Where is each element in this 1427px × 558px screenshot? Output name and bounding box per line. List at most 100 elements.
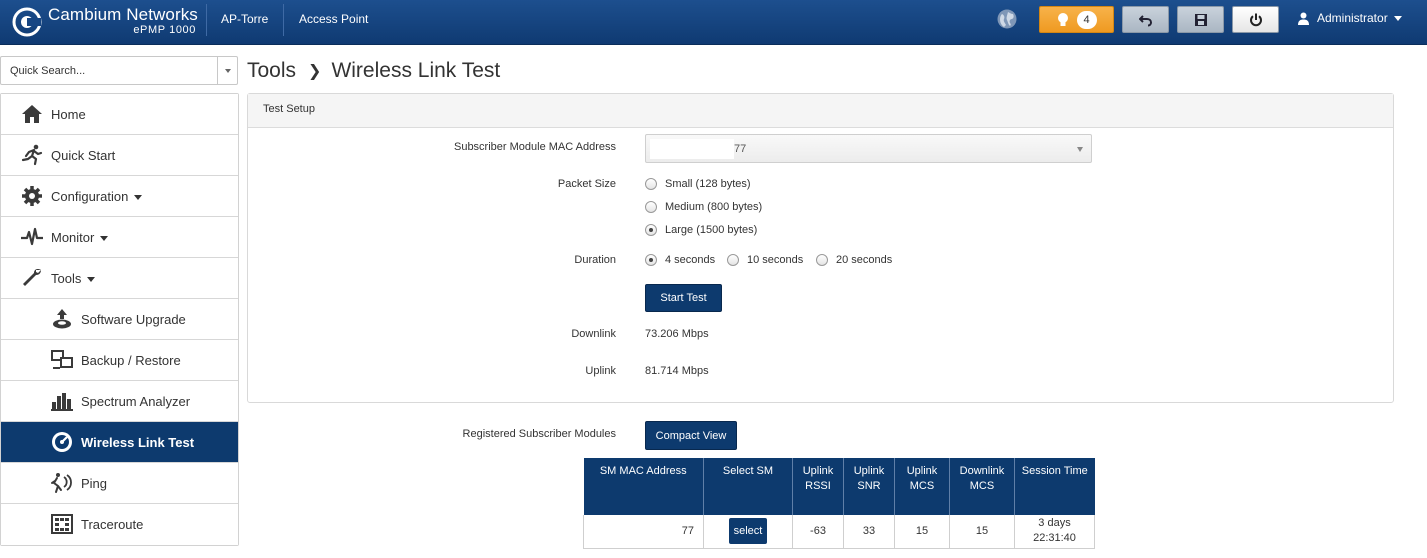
sidebar-item-label: Spectrum Analyzer xyxy=(81,393,191,409)
cambium-logo-icon xyxy=(12,7,42,37)
downlink-label: Downlink xyxy=(571,328,616,340)
traceroute-icon xyxy=(51,514,73,534)
sidebar-item-quick-start[interactable]: Quick Start xyxy=(1,135,238,176)
sidebar-item-tools[interactable]: Tools xyxy=(1,258,238,299)
gauge-icon xyxy=(52,432,72,452)
sidebar-item-spectrum-analyzer[interactable]: Spectrum Analyzer xyxy=(1,381,238,422)
chevron-right-icon: ❯ xyxy=(308,63,322,80)
page-title: Wireless Link Test xyxy=(331,59,501,82)
sidebar-item-label: Software Upgrade xyxy=(81,311,186,327)
sidebar-item-traceroute[interactable]: Traceroute xyxy=(1,504,238,545)
power-icon xyxy=(1249,13,1262,26)
divider xyxy=(283,4,284,36)
quick-search-input[interactable] xyxy=(1,57,218,84)
uplink-mcs-cell: 15 xyxy=(894,515,950,549)
sidebar-item-software-upgrade[interactable]: Software Upgrade xyxy=(1,299,238,340)
brand[interactable]: Cambium Networks ePMP 1000 xyxy=(8,3,204,39)
device-mode[interactable]: Access Point xyxy=(299,12,368,26)
sm-table: SM MAC Address Select SM Uplink RSSI Upli… xyxy=(583,458,1095,549)
uplink-label: Uplink xyxy=(585,365,616,377)
sidebar-item-label: Ping xyxy=(81,475,108,491)
panel-title: Test Setup xyxy=(248,94,1393,128)
table-header-row: SM MAC Address Select SM Uplink RSSI Upli… xyxy=(583,458,1095,515)
sidebar-item-monitor[interactable]: Monitor xyxy=(1,217,238,258)
quick-search[interactable] xyxy=(0,56,238,85)
sidebar-item-label: Tools xyxy=(51,271,96,286)
start-test-button[interactable]: Start Test xyxy=(645,284,722,312)
chevron-down-icon xyxy=(100,235,109,241)
duration-4s-radio[interactable]: 4 seconds xyxy=(645,254,715,266)
backup-icon xyxy=(51,350,73,369)
quick-search-dropdown[interactable] xyxy=(217,57,237,84)
mac-prefix-redacted xyxy=(650,139,734,159)
chevron-down-icon xyxy=(87,276,96,282)
sidebar-item-label: Backup / Restore xyxy=(81,352,181,368)
packet-size-label: Packet Size xyxy=(557,178,616,190)
registered-sm-label: Registered Subscriber Modules xyxy=(462,428,616,440)
save-button[interactable] xyxy=(1177,6,1224,33)
sidebar-item-home[interactable]: Home xyxy=(1,94,238,135)
sidebar-item-backup-restore[interactable]: Backup / Restore xyxy=(1,340,238,381)
duration-20s-radio[interactable]: 20 seconds xyxy=(816,254,892,266)
user-menu[interactable]: Administrator xyxy=(1297,11,1402,25)
col-sm-mac[interactable]: SM MAC Address xyxy=(583,458,704,515)
packet-size-large-radio[interactable]: Large (1500 bytes) xyxy=(645,224,757,236)
brand-name: Cambium Networks xyxy=(48,5,198,24)
select-sm-button[interactable]: select xyxy=(729,518,767,545)
product-name: ePMP 1000 xyxy=(133,24,196,36)
gear-icon xyxy=(22,186,42,206)
col-uplink-snr[interactable]: Uplink SNR xyxy=(843,458,895,515)
undo-button[interactable] xyxy=(1122,6,1169,33)
wrench-icon xyxy=(23,269,41,286)
runner-icon xyxy=(21,144,43,166)
sidebar-item-ping[interactable]: Ping xyxy=(1,463,238,504)
breadcrumb-section[interactable]: Tools xyxy=(247,59,296,83)
user-name: Administrator xyxy=(1317,11,1388,25)
reboot-button[interactable] xyxy=(1232,6,1279,33)
uplink-value: 81.714 Mbps xyxy=(645,365,709,377)
chevron-down-icon xyxy=(1393,15,1402,21)
sidebar-item-label: Configuration xyxy=(51,189,143,204)
sidebar-item-label: Monitor xyxy=(51,230,109,245)
spectrum-icon xyxy=(51,393,73,411)
lightbulb-icon xyxy=(1057,12,1068,26)
packet-size-small-radio[interactable]: Small (128 bytes) xyxy=(645,178,751,190)
ping-icon xyxy=(51,473,72,493)
alerts-button[interactable]: 4 xyxy=(1039,6,1114,33)
col-uplink-mcs[interactable]: Uplink MCS xyxy=(894,458,950,515)
mac-address-label: Subscriber Module MAC Address xyxy=(453,141,616,153)
table-row: 77 select -63 33 15 15 3 days 22:31:40 xyxy=(583,515,1095,549)
top-bar: Cambium Networks ePMP 1000 AP-Torre Acce… xyxy=(0,0,1427,45)
uplink-rssi-cell: -63 xyxy=(792,515,844,549)
mac-address-value: 77 xyxy=(734,143,747,155)
device-name[interactable]: AP-Torre xyxy=(221,12,268,26)
downlink-value: 73.206 Mbps xyxy=(645,328,709,340)
packet-size-medium-radio[interactable]: Medium (800 bytes) xyxy=(645,201,762,213)
select-cell: select xyxy=(703,515,793,549)
chevron-down-icon xyxy=(1077,147,1083,152)
upgrade-icon xyxy=(53,309,71,329)
compact-view-button[interactable]: Compact View xyxy=(645,421,737,450)
undo-icon xyxy=(1138,14,1152,26)
col-downlink-mcs[interactable]: Downlink MCS xyxy=(949,458,1015,515)
sidebar-item-configuration[interactable]: Configuration xyxy=(1,176,238,217)
col-uplink-rssi[interactable]: Uplink RSSI xyxy=(792,458,844,515)
save-icon xyxy=(1194,13,1207,26)
home-icon xyxy=(22,105,42,123)
sidebar-item-wireless-link-test[interactable]: Wireless Link Test xyxy=(1,422,238,463)
globe-icon[interactable] xyxy=(996,8,1018,30)
col-session-time[interactable]: Session Time xyxy=(1014,458,1095,515)
sidebar-item-label: Home xyxy=(51,106,86,122)
downlink-mcs-cell: 15 xyxy=(949,515,1015,549)
sidebar-item-label: Traceroute xyxy=(81,517,144,532)
sidebar-nav: Home Quick Start Configuration Monitor T… xyxy=(0,93,239,546)
breadcrumb: Tools ❯ Wireless Link Test xyxy=(247,59,500,83)
chevron-down-icon xyxy=(224,68,231,73)
sidebar-item-label: Wireless Link Test xyxy=(81,434,195,450)
chevron-down-icon xyxy=(134,194,143,200)
mac-address-select[interactable]: 77 xyxy=(645,134,1092,163)
col-select-sm[interactable]: Select SM xyxy=(703,458,793,515)
duration-10s-radio[interactable]: 10 seconds xyxy=(727,254,803,266)
sm-mac-cell: 77 xyxy=(583,515,704,549)
alert-count-badge: 4 xyxy=(1076,10,1097,29)
